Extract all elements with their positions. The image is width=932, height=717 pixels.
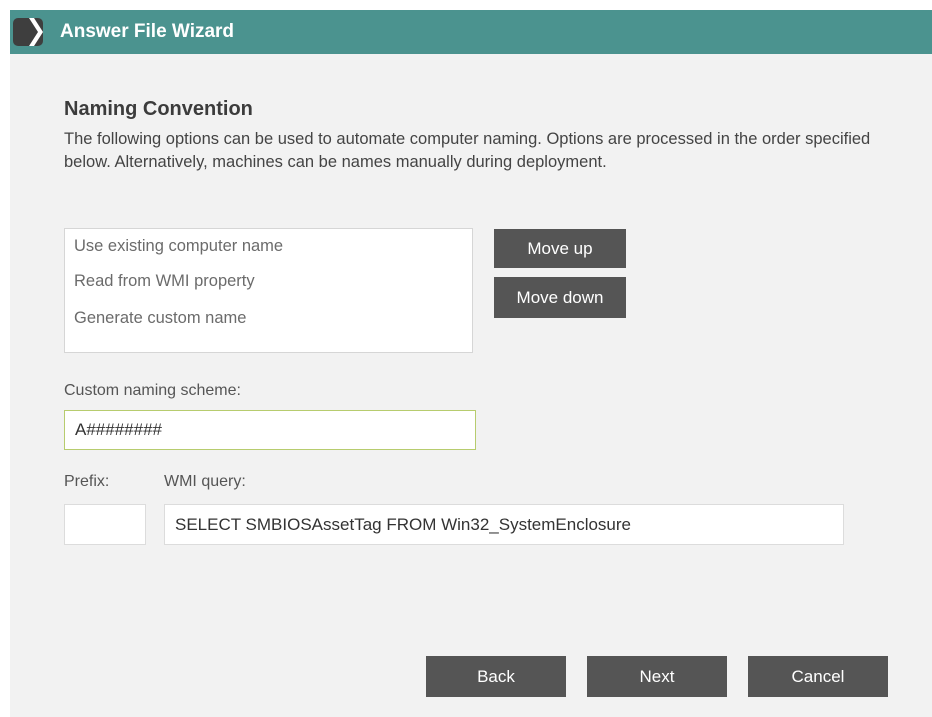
move-down-button[interactable]: Move down [494,277,626,318]
prefix-label: Prefix: [64,473,110,490]
page-heading: Naming Convention [64,98,253,120]
answer-file-wizard-window: Answer File Wizard Naming Convention The… [10,10,932,717]
next-button[interactable]: Next [587,656,727,697]
wmi-query-label: WMI query: [164,473,246,490]
list-item-read-wmi-property[interactable]: Read from WMI property [74,272,255,291]
wizard-logo-icon [10,10,44,54]
naming-options-list[interactable]: Use existing computer name Read from WMI… [64,228,473,353]
list-item-use-existing-name[interactable]: Use existing computer name [74,237,283,256]
custom-scheme-label: Custom naming scheme: [64,382,241,399]
move-up-button[interactable]: Move up [494,229,626,268]
window-title: Answer File Wizard [60,21,235,42]
list-item-generate-custom-name[interactable]: Generate custom name [74,309,246,328]
back-button[interactable]: Back [426,656,566,697]
page-description: The following options can be used to aut… [64,130,871,171]
wmi-query-input[interactable] [164,504,844,545]
prefix-input[interactable] [64,504,146,545]
cancel-button[interactable]: Cancel [748,656,888,697]
title-bar: Answer File Wizard [10,10,932,54]
custom-scheme-input[interactable] [64,410,476,450]
